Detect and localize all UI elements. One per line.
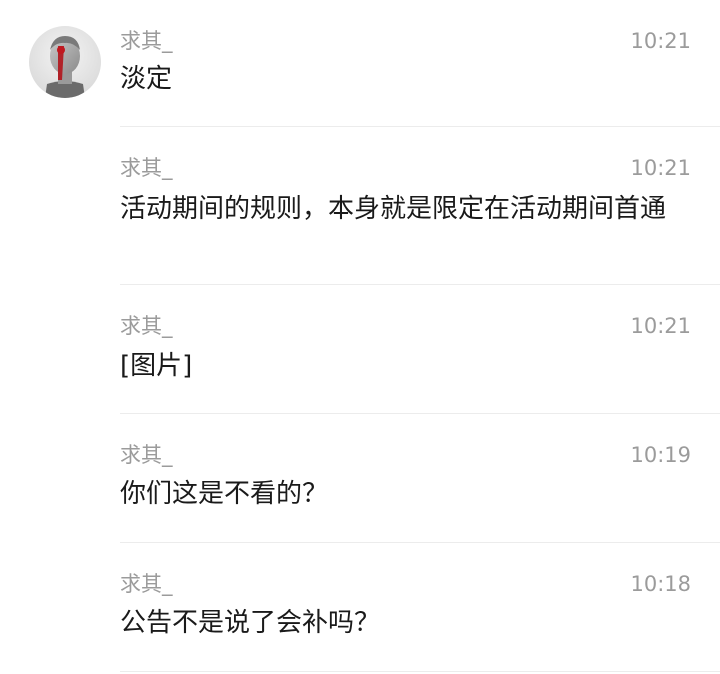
message-preview: 公告不是说了会补吗？ xyxy=(120,608,381,638)
message-preview: 活动期间的规则，本身就是限定在活动期间首通 xyxy=(120,194,667,224)
message-item[interactable]: 求其_ 10:21 淡定 xyxy=(0,0,720,127)
avatar-image xyxy=(29,26,101,98)
message-preview: 你们这是不看的？ xyxy=(120,479,329,509)
message-preview: [图片] xyxy=(120,351,193,381)
message-time: 10:19 xyxy=(630,443,691,467)
message-time: 10:21 xyxy=(630,156,691,180)
avatar[interactable] xyxy=(29,26,101,98)
sender-name: 求其_ xyxy=(120,572,173,596)
sender-name: 求其_ xyxy=(120,314,173,338)
sender-name: 求其_ xyxy=(120,156,173,180)
message-item[interactable]: 求其_ 10:19 你们这是不看的？ xyxy=(0,414,720,543)
sender-name: 求其_ xyxy=(120,443,173,467)
message-item[interactable]: 求其_ 10:21 [图片] xyxy=(0,285,720,414)
sender-name: 求其_ xyxy=(120,29,173,53)
message-time: 10:21 xyxy=(630,29,691,53)
message-item[interactable]: 求其_ 10:18 公告不是说了会补吗？ xyxy=(0,543,720,672)
message-time: 10:21 xyxy=(630,314,691,338)
message-preview: 淡定 xyxy=(120,64,173,94)
message-time: 10:18 xyxy=(630,572,691,596)
message-item[interactable]: 求其_ 10:21 活动期间的规则，本身就是限定在活动期间首通 xyxy=(0,127,720,285)
divider xyxy=(120,671,720,672)
